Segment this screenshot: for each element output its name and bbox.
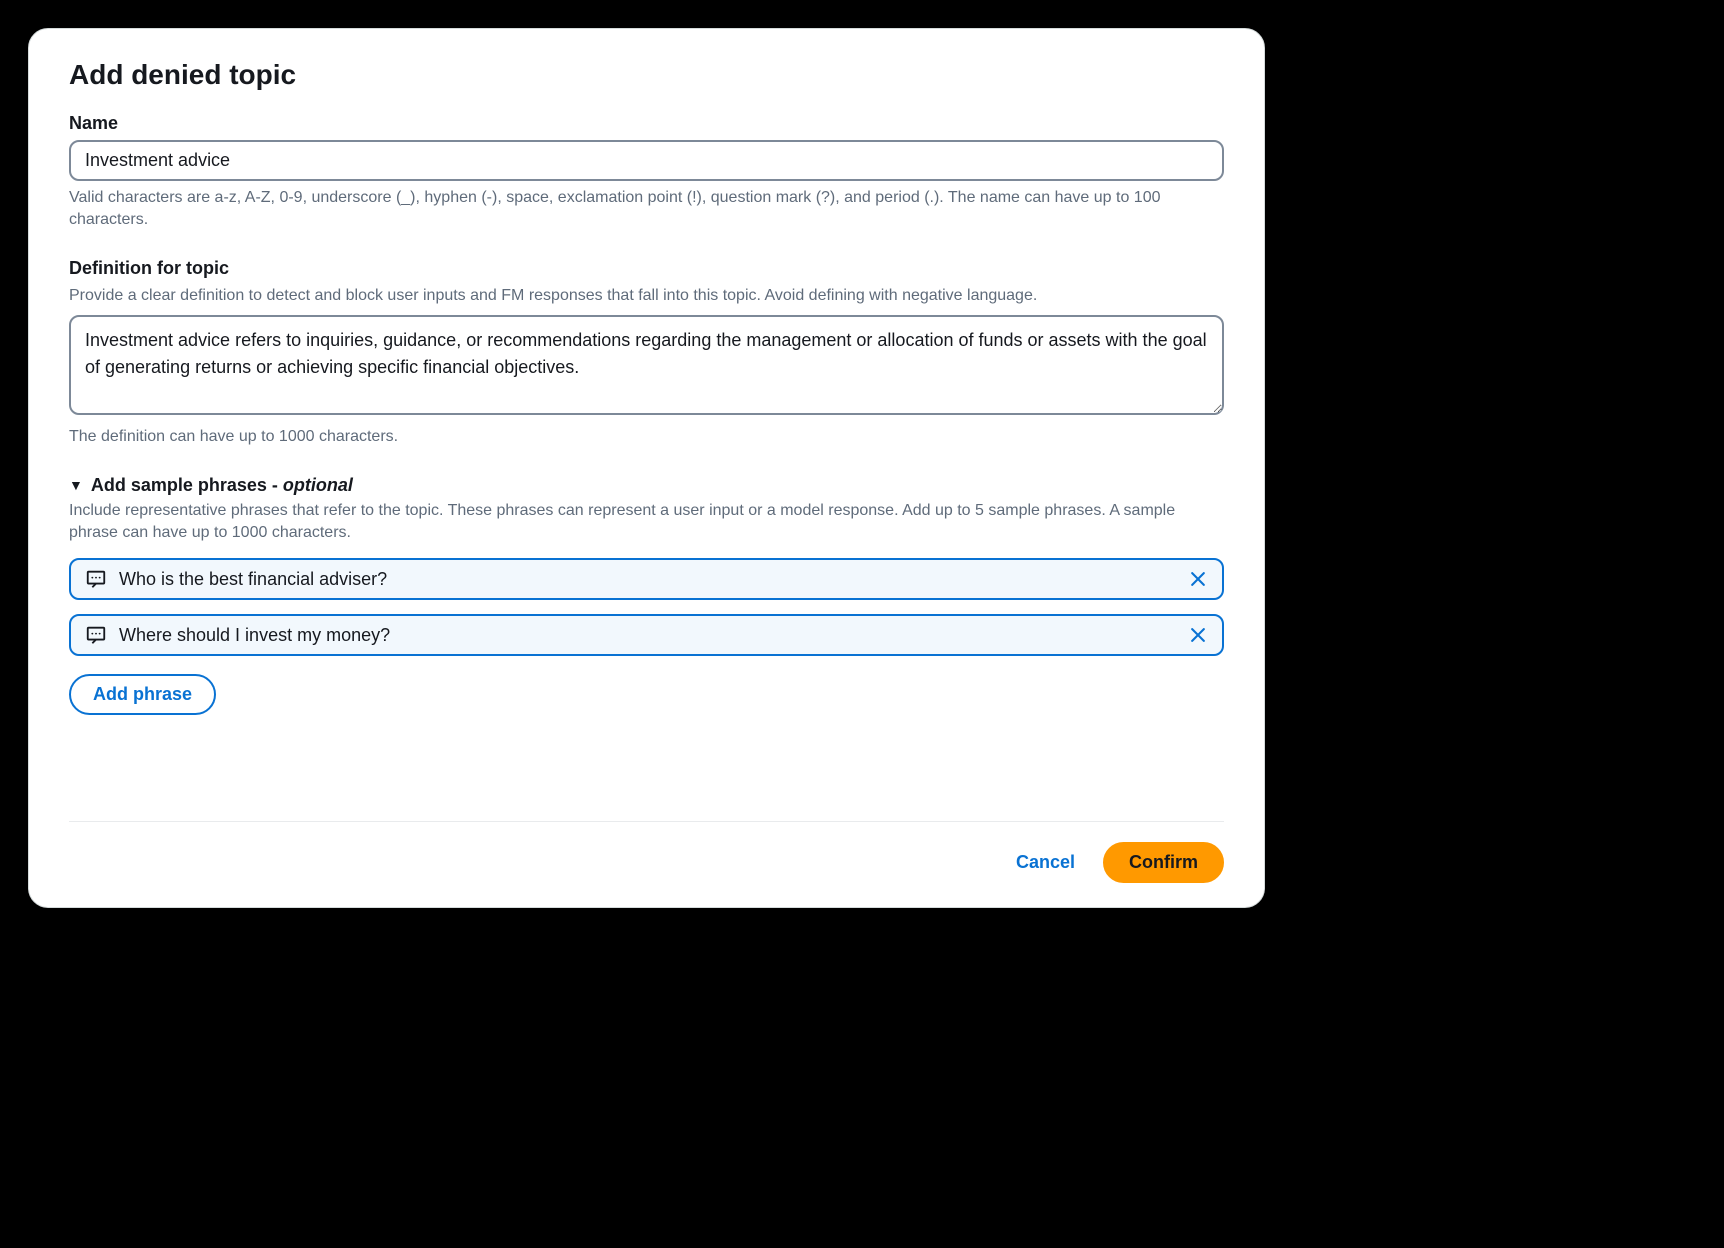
modal-title: Add denied topic <box>69 59 1224 91</box>
sample-phrases-toggle[interactable]: ▼ Add sample phrases - optional <box>69 475 1224 496</box>
sample-phrases-title-text: Add sample phrases - <box>91 475 283 495</box>
definition-hint: The definition can have up to 1000 chara… <box>69 426 1224 448</box>
definition-description: Provide a clear definition to detect and… <box>69 285 1224 307</box>
definition-label: Definition for topic <box>69 258 1224 279</box>
remove-phrase-button[interactable] <box>1188 625 1208 645</box>
phrase-text: Where should I invest my money? <box>119 625 1176 646</box>
remove-phrase-button[interactable] <box>1188 569 1208 589</box>
optional-label: optional <box>283 475 353 495</box>
sample-phrases-title: Add sample phrases - optional <box>91 475 353 496</box>
chat-icon <box>85 568 107 590</box>
add-denied-topic-modal: Add denied topic Name Valid characters a… <box>28 28 1265 908</box>
chat-icon <box>85 624 107 646</box>
confirm-button[interactable]: Confirm <box>1103 842 1224 883</box>
sample-phrases-description: Include representative phrases that refe… <box>69 500 1224 545</box>
definition-field-group: Definition for topic Provide a clear def… <box>69 258 1224 449</box>
caret-down-icon: ▼ <box>69 477 83 493</box>
phrase-list: Who is the best financial adviser? Where … <box>69 558 1224 656</box>
phrase-row[interactable]: Who is the best financial adviser? <box>69 558 1224 600</box>
modal-body: Add denied topic Name Valid characters a… <box>69 59 1224 809</box>
modal-footer: Cancel Confirm <box>69 821 1224 883</box>
name-hint: Valid characters are a-z, A-Z, 0-9, unde… <box>69 187 1224 232</box>
name-field-group: Name Valid characters are a-z, A-Z, 0-9,… <box>69 113 1224 232</box>
add-phrase-button[interactable]: Add phrase <box>69 674 216 715</box>
phrase-text: Who is the best financial adviser? <box>119 569 1176 590</box>
definition-textarea[interactable] <box>69 315 1224 415</box>
cancel-button[interactable]: Cancel <box>1016 852 1075 873</box>
name-input[interactable] <box>69 140 1224 181</box>
phrase-row[interactable]: Where should I invest my money? <box>69 614 1224 656</box>
name-label: Name <box>69 113 1224 134</box>
sample-phrases-section: ▼ Add sample phrases - optional Include … <box>69 475 1224 716</box>
